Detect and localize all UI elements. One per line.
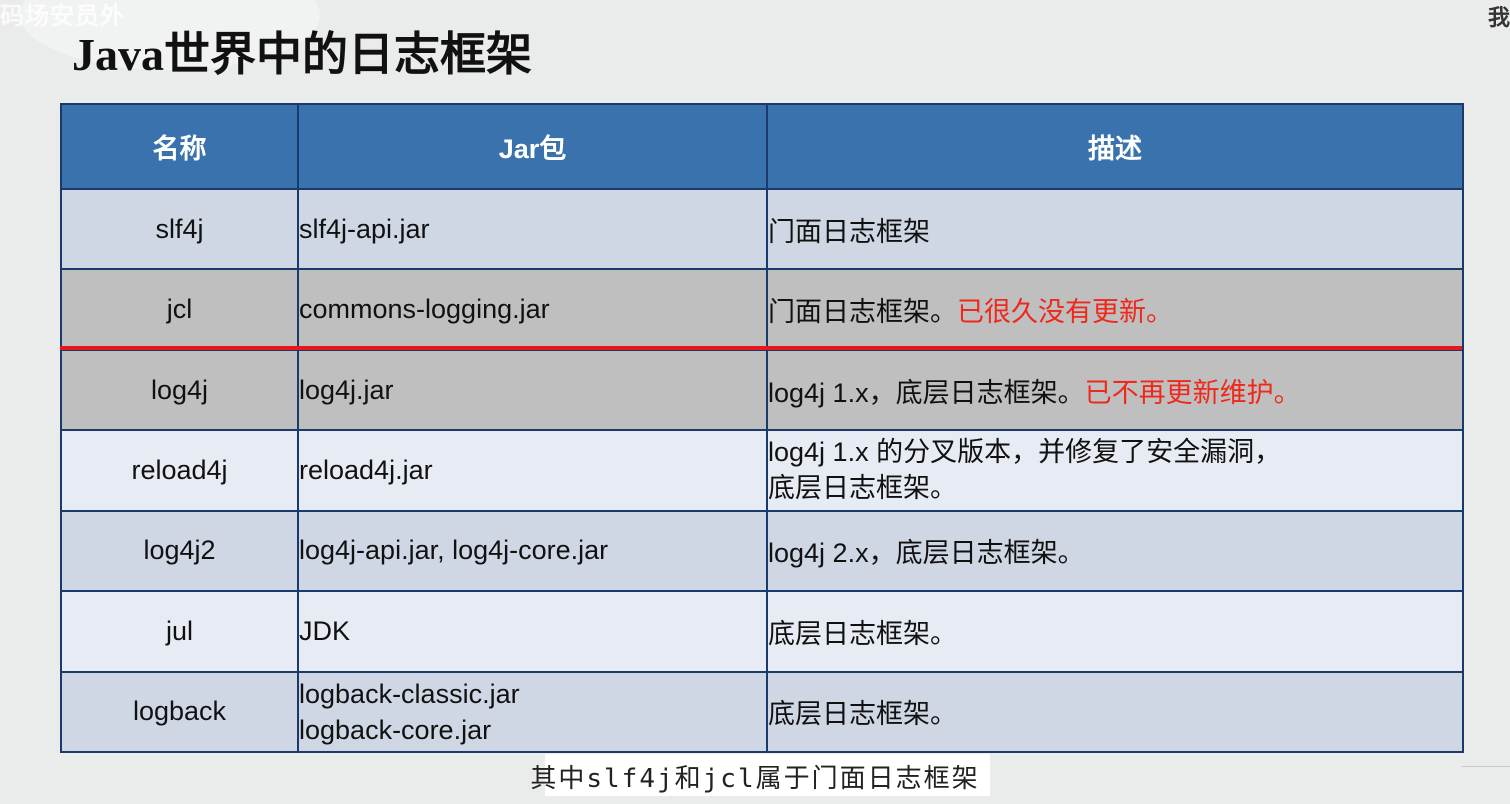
- progress-tick: [1462, 766, 1510, 767]
- page-title: Java世界中的日志框架: [72, 29, 532, 80]
- cell-jar: slf4j-api.jar: [297, 187, 768, 271]
- table-row-log4j2: log4j2 log4j-api.jar, log4j-core.jar log…: [60, 509, 1464, 593]
- table-row-jcl: jcl commons-logging.jar 门面日志框架。已很久没有更新。: [60, 268, 1464, 351]
- logging-framework-table: 名称 Jar包 描述 slf4j slf4j-api.jar 门面日志框架 jc…: [60, 103, 1464, 754]
- table-row-jul: jul JDK 底层日志框架。: [60, 590, 1464, 673]
- cell-name: slf4j: [60, 187, 299, 271]
- cell-desc: 底层日志框架。: [766, 670, 1464, 754]
- video-subtitle: 其中slf4j和jcl属于门面日志框架: [530, 764, 980, 794]
- corner-text: 我: [1487, 5, 1510, 30]
- desc-text: log4j 2.x，底层日志框架。: [768, 538, 1085, 569]
- cell-name: reload4j: [60, 429, 299, 512]
- desc-text: 底层日志框架。: [768, 618, 957, 649]
- header-name: 名称: [60, 103, 299, 190]
- cell-desc: 门面日志框架: [766, 187, 1464, 271]
- cell-name: logback: [60, 670, 299, 754]
- desc-text: log4j 1.x，底层日志框架。: [768, 377, 1085, 408]
- table-header-row: 名称 Jar包 描述: [60, 103, 1464, 190]
- table-row-log4j: log4j log4j.jar log4j 1.x，底层日志框架。已不再更新维护…: [60, 348, 1464, 432]
- cell-desc: 门面日志框架。已很久没有更新。: [766, 268, 1464, 351]
- table-row-logback: logback logback-classic.jar logback-core.…: [60, 670, 1464, 754]
- cell-jar: commons-logging.jar: [297, 268, 768, 351]
- jar-text: logback-classic.jar: [299, 678, 520, 709]
- cell-jar: log4j-api.jar, log4j-core.jar: [297, 509, 768, 593]
- facade-divider-line: [60, 346, 1462, 350]
- cell-desc: log4j 1.x 的分叉版本，并修复了安全漏洞， 底层日志框架。: [766, 429, 1464, 512]
- cell-jar: reload4j.jar: [297, 429, 768, 512]
- desc-text: 门面日志框架。: [768, 297, 957, 328]
- cell-jar: JDK: [297, 590, 768, 673]
- cell-name: jul: [60, 590, 299, 673]
- desc-text: log4j 1.x 的分叉版本，并修复了安全漏洞，: [768, 437, 1282, 468]
- header-jar: Jar包: [297, 103, 768, 190]
- cell-name: log4j2: [60, 509, 299, 593]
- cell-desc: log4j 2.x，底层日志框架。: [766, 509, 1464, 593]
- jar-text-line2: logback-core.jar: [299, 714, 492, 745]
- desc-highlight: 已不再更新维护。: [1084, 377, 1301, 408]
- header-desc: 描述: [766, 103, 1464, 190]
- cell-jar: log4j.jar: [297, 348, 768, 432]
- cell-desc: log4j 1.x，底层日志框架。已不再更新维护。: [766, 348, 1464, 432]
- cell-desc: 底层日志框架。: [766, 590, 1464, 673]
- desc-text: 底层日志框架。: [768, 699, 957, 730]
- cell-jar: logback-classic.jar logback-core.jar: [297, 670, 768, 754]
- cell-name: log4j: [60, 348, 299, 432]
- desc-highlight: 已很久没有更新。: [957, 297, 1173, 328]
- desc-text-line2: 底层日志框架。: [768, 473, 957, 504]
- cell-name: jcl: [60, 268, 299, 351]
- table-row-reload4j: reload4j reload4j.jar log4j 1.x 的分叉版本，并修…: [60, 429, 1464, 512]
- table-row-slf4j: slf4j slf4j-api.jar 门面日志框架: [60, 187, 1464, 271]
- desc-text: 门面日志框架: [768, 216, 930, 247]
